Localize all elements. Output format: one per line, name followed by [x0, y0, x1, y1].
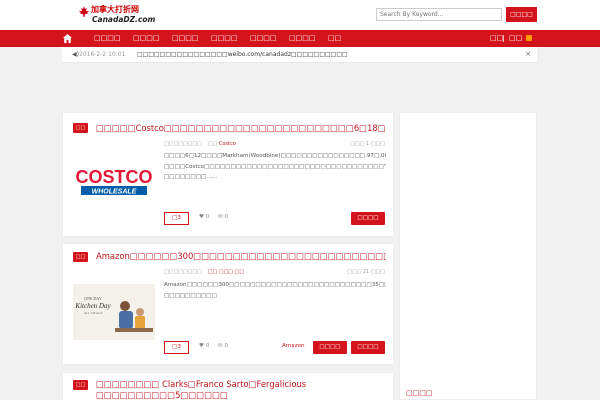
meta-tag[interactable]: □□	[235, 269, 244, 275]
like-button[interactable]: □3	[164, 341, 189, 354]
deal-thumbnail[interactable]: COSTCO WHOLESALE	[73, 153, 155, 209]
deal-title[interactable]: □□□□□Costco□□□□□□□□□□□□□□□□□□□□□□□□6□18□…	[96, 123, 386, 133]
home-icon[interactable]	[62, 33, 73, 44]
meta-prefix: □□□□□□□□	[164, 269, 202, 275]
category-badge[interactable]: □□	[73, 252, 88, 262]
like-button[interactable]: □3	[164, 212, 189, 225]
search-button[interactable]: □□□□	[506, 7, 537, 22]
favorite-count: 0	[205, 343, 210, 349]
logo-english-text: CanadaDZ.com	[92, 15, 156, 24]
view-count: □□□ 21 □□□	[347, 269, 385, 275]
nav-register[interactable]: □□	[509, 30, 522, 47]
meta-tag[interactable]: □□□	[219, 269, 233, 275]
speaker-icon: ◀)	[72, 51, 79, 58]
sidebar: □□□□	[399, 112, 537, 400]
meta-tag[interactable]: □□	[208, 141, 217, 147]
favorite-button[interactable]: ♥ 0	[199, 343, 213, 349]
nav-item-2[interactable]: □□□□	[133, 30, 159, 47]
comment-button[interactable]: ✉ 0	[218, 214, 236, 220]
comment-button[interactable]: ✉ 0	[218, 343, 236, 349]
nav-login[interactable]: □□	[490, 30, 503, 47]
svg-text:COSTCO: COSTCO	[75, 167, 152, 187]
maple-leaf-icon	[78, 6, 90, 18]
site-logo[interactable]: 加拿大打折网 CanadaDZ.com	[78, 4, 158, 26]
svg-text:Kitchen Day: Kitchen Day	[74, 302, 111, 310]
read-more-button[interactable]: □□□□	[351, 212, 385, 225]
svg-text:ONE DAY: ONE DAY	[84, 296, 102, 301]
nav-item-5[interactable]: □□□□	[250, 30, 276, 47]
svg-text:ALL DEALS: ALL DEALS	[84, 311, 103, 315]
comment-count: 0	[224, 214, 229, 220]
deal-thumbnail[interactable]: ONE DAY Kitchen Day ALL DEALS	[73, 284, 155, 340]
header: 加拿大打折网 CanadaDZ.com □□□□	[0, 0, 600, 30]
deal-title[interactable]: Amazon□□□□□□300□□□□□□□□□□□□□□□□□□□□□□□□□…	[96, 251, 386, 261]
view-count: □□□ 1 □□□	[350, 141, 385, 147]
nav-item-3[interactable]: □□□□	[172, 30, 198, 47]
favorite-count: 0	[205, 214, 210, 220]
nav-item-4[interactable]: □□□□	[211, 30, 237, 47]
nav-item-6[interactable]: □□□□	[289, 30, 315, 47]
category-badge[interactable]: □□	[73, 380, 88, 390]
deal-card: □□ Amazon□□□□□□300□□□□□□□□□□□□□□□□□□□□□□…	[62, 243, 394, 365]
main-nav: □□□□ □□□□ □□□□ □□□□ □□□□ □□□□ □□ □□ □□	[0, 30, 600, 47]
meta-prefix: □□□□□□□□	[164, 141, 202, 147]
notice-time: 2016-2-2 10:01	[79, 51, 126, 58]
svg-text:WHOLESALE: WHOLESALE	[92, 189, 137, 196]
search-input[interactable]	[376, 8, 502, 21]
logo-chinese-text: 加拿大打折网	[91, 5, 139, 14]
deal-meta: □□□□□□□□ □□ Costco	[164, 141, 236, 147]
deal-card: □□ □□□□□□□□ Clarks□Franco Sarto□Fergalic…	[62, 372, 394, 400]
favorite-button[interactable]: ♥ 0	[199, 214, 213, 220]
meta-tag[interactable]: Costco	[219, 141, 236, 147]
read-more-button[interactable]: □□□□	[351, 341, 385, 354]
category-badge[interactable]: □□	[73, 123, 88, 133]
deal-meta: □□□□□□□□ □□ □□□ □□	[164, 269, 244, 275]
sidebar-title: □□□□	[406, 389, 433, 397]
nav-item-1[interactable]: □□□□	[94, 30, 120, 47]
deal-card: □□ □□□□□Costco□□□□□□□□□□□□□□□□□□□□□□□□6□…	[62, 112, 394, 237]
deal-excerpt: Amazon□□□□□□300□□□□□□□□□□□□□□□□□□□□□□□□□…	[164, 282, 386, 299]
buy-now-button[interactable]: □□□□	[313, 341, 347, 354]
rss-icon[interactable]	[526, 35, 532, 41]
close-icon[interactable]: ×	[525, 50, 531, 58]
notice-bar: ◀) 2016-2-2 10:01 □□□□□□□□□□□□□□□□weibo.…	[62, 47, 537, 63]
deal-excerpt: □□□□6□12□□□□Markham(Woodbine)□□□□□□□□□□□…	[164, 153, 386, 180]
nav-divider	[503, 35, 504, 42]
meta-tag[interactable]: □□	[208, 269, 217, 275]
deal-title[interactable]: □□□□□□□□ Clarks□Franco Sarto□Fergaliciou…	[96, 379, 386, 400]
store-link[interactable]: Amazon	[282, 343, 305, 349]
nav-item-7[interactable]: □□	[328, 30, 341, 47]
comment-count: 0	[224, 343, 229, 349]
notice-text[interactable]: □□□□□□□□□□□□□□□□weibo.com/canadadz□□□□□□…	[137, 51, 348, 58]
